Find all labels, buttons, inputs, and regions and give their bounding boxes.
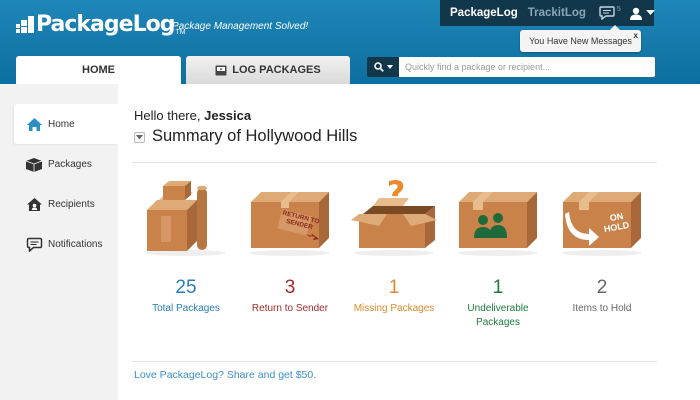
sidebar-item-label: Home <box>48 118 75 130</box>
stat-items-to-hold[interactable]: ON HOLD 2 Items to Hold <box>550 176 654 316</box>
search-scope-button[interactable] <box>367 57 399 77</box>
app-header: PackageLog TM Package Management Solved!… <box>0 0 700 84</box>
search-bar <box>367 57 655 77</box>
stat-label: Missing Packages <box>353 303 435 314</box>
top-nav: PackageLog TrackitLog 5 <box>440 0 655 26</box>
tab-log-label: LOG PACKAGES <box>232 64 321 76</box>
stat-undeliverable-packages[interactable]: 1 Undeliverable Packages <box>446 176 550 330</box>
greeting-prefix: Hello there, <box>134 108 201 123</box>
new-messages-tooltip: You Have New Messages x <box>520 25 641 52</box>
recipients-icon <box>24 195 44 213</box>
brand-logo[interactable]: PackageLog TM <box>16 12 186 37</box>
packages-icon <box>24 155 44 173</box>
search-input[interactable] <box>399 57 655 77</box>
home-icon <box>24 115 44 133</box>
tooltip-text: You Have New Messages <box>529 36 632 46</box>
stat-value: 1 <box>492 277 504 298</box>
sidebar-item-recipients[interactable]: Recipients <box>14 184 118 224</box>
stat-missing-packages[interactable]: ? 1 Missing Packages <box>342 174 446 316</box>
stat-value: 3 <box>284 277 296 298</box>
chevron-down-icon <box>645 10 655 15</box>
sidebar-item-notifications[interactable]: Notifications <box>14 224 118 264</box>
user-icon <box>629 7 642 20</box>
brand-tagline: Package Management Solved! <box>172 21 309 32</box>
sidebar-item-label: Packages <box>48 158 92 170</box>
user-name: Jessica <box>204 108 252 123</box>
messages-button[interactable]: 5 <box>599 3 621 23</box>
inbox-download-icon <box>215 65 227 76</box>
stat-label: Undeliverable Packages <box>467 303 529 328</box>
tab-home-label: HOME <box>82 64 115 76</box>
caret-down-icon <box>136 135 143 140</box>
sidebar-item-label: Recipients <box>48 198 95 210</box>
collapse-toggle-button[interactable] <box>134 132 145 143</box>
stat-label: Items to Hold <box>572 303 632 314</box>
brand-name: PackageLog <box>36 12 175 37</box>
logo-mark-icon <box>16 16 34 34</box>
return-to-sender-box-icon: RETURN TO SENDER <box>250 192 330 256</box>
stat-total-packages[interactable]: 25 Total Packages <box>134 176 238 316</box>
topnav-packagelog-link[interactable]: PackageLog <box>440 7 523 19</box>
stacked-boxes-icon <box>146 181 226 256</box>
share-referral-link[interactable]: Love PackageLog? Share and get $50. <box>134 369 316 381</box>
message-count-badge: 5 <box>616 6 621 13</box>
stat-value: 2 <box>596 277 608 298</box>
summary-title: Summary of Hollywood Hills <box>152 127 358 145</box>
chevron-down-icon <box>386 65 393 69</box>
main-content: Hello there, Jessica Summary of Hollywoo… <box>118 84 700 400</box>
stat-label: Return to Sender <box>251 303 329 314</box>
tooltip-close-button[interactable]: x <box>634 31 638 40</box>
sidebar-item-label: Notifications <box>48 238 103 250</box>
divider-bottom <box>132 361 657 362</box>
tab-log-packages[interactable]: LOG PACKAGES <box>186 56 350 84</box>
topnav-trackitlog-link[interactable]: TrackitLog <box>523 7 591 19</box>
sidebar: Home Packages Recipients Notifications <box>14 104 118 264</box>
user-menu-button[interactable] <box>629 7 655 20</box>
on-hold-box-icon: ON HOLD <box>562 192 642 256</box>
search-icon <box>373 62 384 72</box>
chat-bubble-icon <box>599 6 615 20</box>
open-box-question-icon: ? <box>351 174 437 256</box>
notifications-icon <box>24 235 44 253</box>
stat-value: 1 <box>388 277 400 298</box>
stat-value: 25 <box>175 277 197 298</box>
sidebar-item-packages[interactable]: Packages <box>14 144 118 184</box>
tab-home[interactable]: HOME <box>16 56 181 84</box>
undeliverable-box-icon <box>458 192 538 256</box>
stat-label: Total Packages <box>152 303 220 314</box>
sidebar-item-home[interactable]: Home <box>14 104 118 144</box>
stat-return-to-sender[interactable]: RETURN TO SENDER 3 Return to Sender <box>238 176 342 316</box>
divider-top <box>132 162 657 163</box>
greeting: Hello there, Jessica <box>134 108 251 123</box>
